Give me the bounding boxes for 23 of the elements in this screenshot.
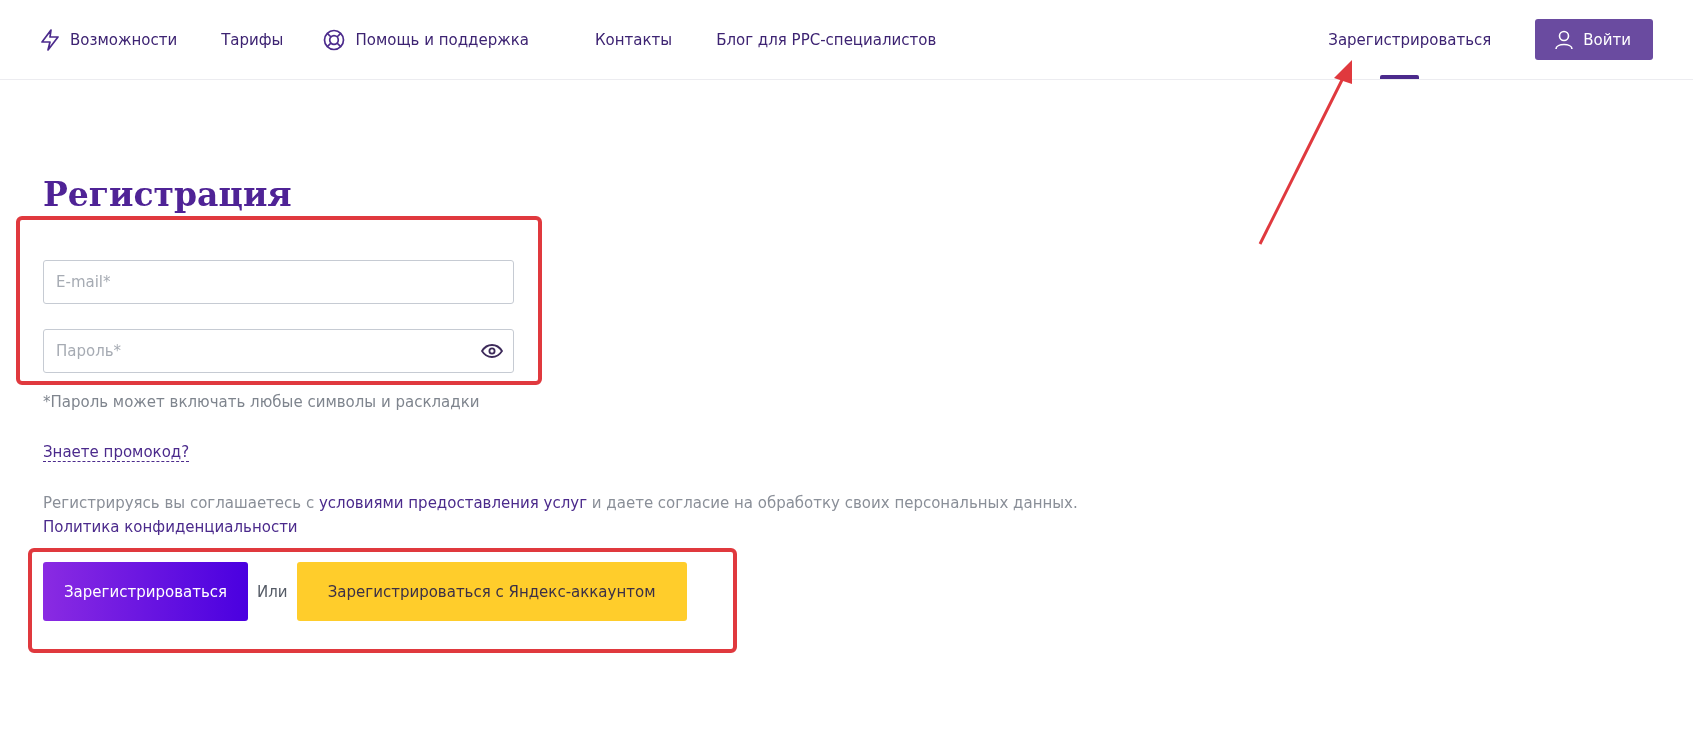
terms-link[interactable]: условиями предоставления услуг <box>318 494 588 512</box>
login-button[interactable]: Войти <box>1535 19 1653 60</box>
password-field[interactable]: Пароль* <box>43 329 514 373</box>
register-button[interactable]: Зарегистрироваться <box>43 562 249 621</box>
consent-text: Регистрируясь вы соглашаетесь с условиями предоставления услуг и даете согласие на обработку своих персональных данных. <box>43 493 1079 514</box>
promo-code-link[interactable]: Знаете промокод? <box>43 443 190 462</box>
register-link[interactable]: Зарегистрироваться <box>1328 30 1492 49</box>
or-label: Или <box>257 582 288 601</box>
nav-link[interactable]: Блог для PPC-специалистов <box>716 30 937 49</box>
active-tab-indicator <box>1380 75 1419 79</box>
user-icon <box>1555 29 1574 50</box>
nav-link[interactable]: Помощь и поддержка <box>323 28 529 51</box>
privacy-policy-link[interactable]: Политика конфиденциальности <box>43 518 298 536</box>
yandex-register-button[interactable]: Зарегистрироваться с Яндекс-аккаунтом <box>296 562 687 621</box>
nav-link[interactable]: Контакты <box>594 30 673 49</box>
email-field[interactable]: E-mail* <box>43 260 514 304</box>
lightning-icon <box>40 28 60 51</box>
page-title: Регистрация <box>43 174 293 216</box>
eye-icon[interactable] <box>481 344 503 358</box>
nav-link[interactable]: Возможности <box>40 28 178 51</box>
nav-link[interactable]: Тарифы <box>221 30 284 49</box>
password-hint: *Пароль может включать любые символы и раскладки <box>43 393 481 411</box>
lifebuoy-icon <box>323 28 346 51</box>
